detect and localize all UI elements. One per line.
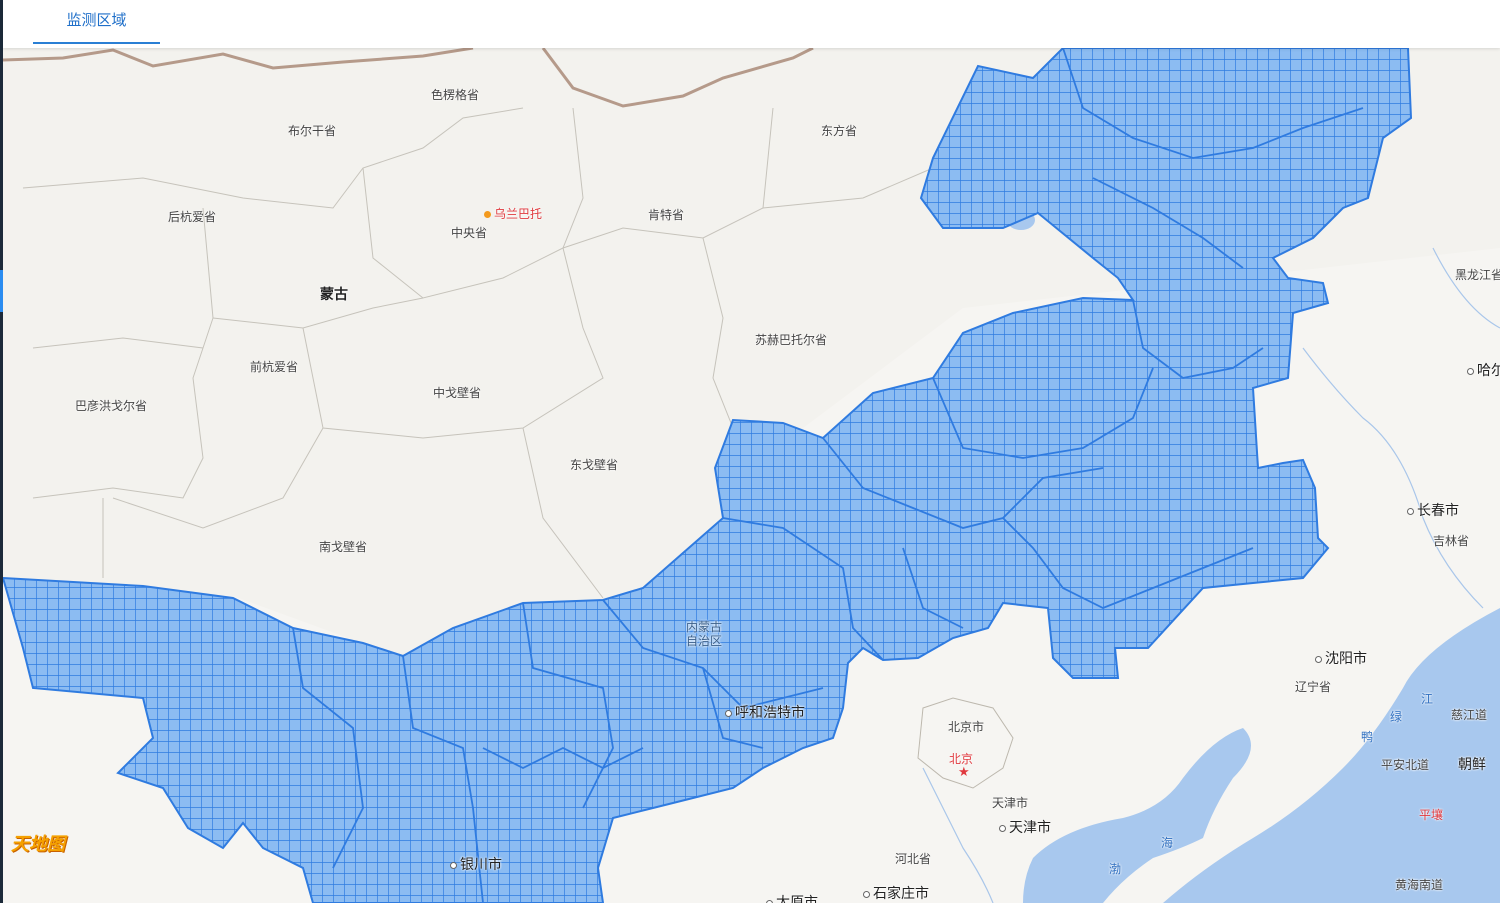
label-liaoning: 辽宁省: [1295, 680, 1332, 694]
label-arkhangai: 后杭爱省: [168, 210, 217, 224]
beijing-star-icon: ★: [958, 765, 970, 780]
map-svg: ★: [3, 48, 1500, 903]
tab-bar: 监测区域: [3, 0, 1500, 48]
label-tianjin: 天津市: [999, 817, 1051, 837]
label-bayankhongor: 巴彦洪戈尔省: [75, 399, 148, 413]
label-selenge: 色楞格省: [431, 88, 480, 102]
label-pyongyang: 平壤: [1419, 808, 1444, 822]
label-inner-mongolia-2: 自治区: [686, 634, 723, 648]
city-dot-icon: [863, 890, 870, 898]
label-shenyang-text: 沈阳市: [1325, 650, 1367, 666]
label-ulaanbaatar-text: 乌兰巴托: [494, 207, 543, 221]
label-harbin-text: 哈尔: [1477, 362, 1500, 378]
city-dot-icon: [725, 709, 732, 717]
label-shenyang: 沈阳市: [1315, 648, 1367, 668]
label-dornod: 东方省: [821, 124, 858, 138]
label-ulaanbaatar: 乌兰巴托: [484, 205, 542, 222]
tab-monitoring-area[interactable]: 监测区域: [33, 0, 160, 44]
label-cijiang: 慈江道: [1451, 708, 1488, 722]
label-taiyuan: 太原市: [766, 892, 818, 903]
tianditu-logo: 天地图: [11, 834, 65, 854]
label-changchun: 长春市: [1407, 500, 1459, 520]
label-tianjin-text: 天津市: [1009, 819, 1051, 835]
label-changchun-text: 长春市: [1417, 502, 1459, 518]
city-dot-icon: [1467, 367, 1474, 375]
label-shijiazhuang-text: 石家庄市: [873, 885, 929, 901]
label-mongolia: 蒙古: [320, 286, 348, 302]
label-sea-1: 海: [1161, 836, 1174, 850]
label-hohhot-text: 呼和浩特市: [735, 704, 805, 720]
label-jilin: 吉林省: [1433, 534, 1470, 548]
city-dot-icon: [1407, 507, 1414, 515]
label-hwanghae-south: 黄海南道: [1395, 878, 1444, 892]
label-hebei: 河北省: [895, 852, 932, 866]
label-pyongan-north: 平安北道: [1381, 758, 1430, 772]
label-heilongjiang: 黑龙江省: [1455, 268, 1500, 282]
label-jiang: 江: [1421, 692, 1434, 706]
label-taiyuan-text: 太原市: [776, 894, 818, 903]
label-bulgan: 布尔干省: [288, 124, 337, 138]
label-beijing-city: 北京市: [948, 720, 985, 734]
label-harbin: 哈尔: [1467, 360, 1500, 380]
label-umnugovi: 南戈壁省: [319, 540, 368, 554]
label-lu: 绿: [1390, 710, 1403, 724]
label-north-korea: 朝鲜: [1458, 756, 1486, 772]
label-tov: 中央省: [451, 226, 488, 240]
label-hohhot: 呼和浩特市: [725, 702, 805, 722]
label-shijiazhuang: 石家庄市: [863, 883, 929, 903]
label-uvurkhangai: 前杭爱省: [250, 360, 299, 374]
label-dornogovi: 东戈壁省: [570, 458, 619, 472]
city-dot-icon: [450, 861, 457, 869]
label-yinchuan-text: 银川市: [460, 856, 502, 872]
label-dundgovi: 中戈壁省: [433, 386, 482, 400]
map-canvas[interactable]: ★ 色楞格省 布尔干省 东方省 后杭爱省 乌兰巴托 中央省 肯特省 蒙古 苏赫巴…: [3, 48, 1500, 903]
label-sukhbaatar: 苏赫巴托尔省: [755, 333, 828, 347]
capital-dot-icon: [484, 211, 491, 219]
label-tianjin-small: 天津市: [992, 796, 1029, 810]
label-beijing: 北京: [949, 752, 974, 766]
label-sea-2: 渤: [1109, 862, 1122, 876]
label-ya: 鸭: [1361, 730, 1374, 744]
label-yinchuan: 银川市: [450, 854, 502, 874]
city-dot-icon: [1315, 655, 1322, 663]
label-khentii: 肯特省: [648, 208, 685, 222]
city-dot-icon: [999, 824, 1006, 832]
